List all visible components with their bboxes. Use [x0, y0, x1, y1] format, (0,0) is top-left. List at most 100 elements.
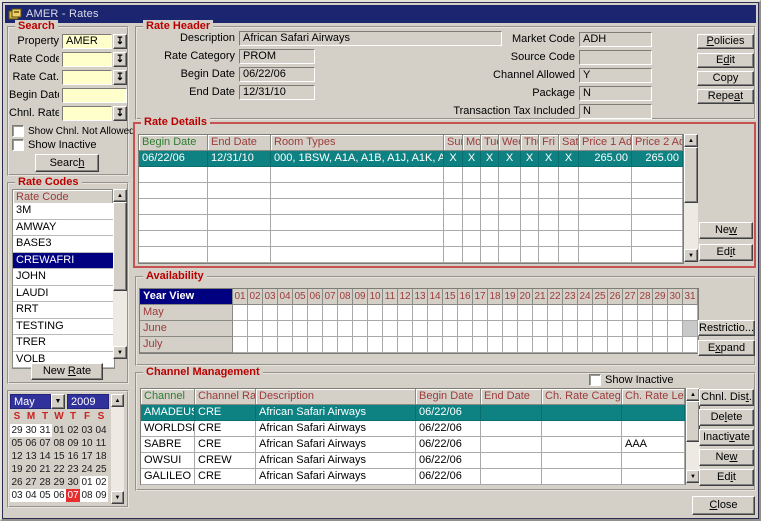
rate-code-column-header[interactable]: Rate Code: [12, 189, 113, 204]
rate-cat-input[interactable]: [62, 70, 112, 85]
availability-cell[interactable]: [383, 321, 398, 337]
show-chnl-not-allowed-checkbox[interactable]: Show Chnl. Not Allowed: [12, 125, 135, 137]
channel-cell[interactable]: [542, 421, 622, 437]
availability-cell[interactable]: [638, 337, 653, 353]
rate-details-cell[interactable]: [579, 199, 632, 215]
availability-cell[interactable]: [488, 321, 503, 337]
copy-button[interactable]: Copy: [697, 71, 754, 86]
calendar-day[interactable]: 27: [24, 476, 38, 489]
rate-details-column-header[interactable]: Mon: [463, 135, 481, 151]
rate-details-cell[interactable]: [632, 199, 683, 215]
availability-cell[interactable]: [518, 337, 533, 353]
calendar-day[interactable]: 08: [80, 489, 94, 502]
rate-details-cell[interactable]: [463, 231, 481, 247]
channel-show-inactive-checkbox[interactable]: Show Inactive: [589, 374, 673, 386]
rate-code-item[interactable]: JOHN: [13, 269, 114, 286]
calendar-day[interactable]: 22: [52, 463, 66, 476]
availability-cell[interactable]: [323, 305, 338, 321]
availability-cell[interactable]: [548, 305, 563, 321]
calendar-day[interactable]: 05: [38, 489, 52, 502]
channel-cell[interactable]: GALILEO: [141, 469, 195, 485]
begin-date-input[interactable]: [62, 88, 127, 103]
availability-cell[interactable]: [368, 305, 383, 321]
rate-details-column-header[interactable]: Room Types: [271, 135, 444, 151]
availability-cell[interactable]: [533, 321, 548, 337]
channel-cell[interactable]: 06/22/06: [416, 469, 481, 485]
channel-column-header[interactable]: Description: [256, 389, 416, 405]
calendar-day[interactable]: 08: [52, 437, 66, 450]
availability-cell[interactable]: [653, 321, 668, 337]
calendar-day[interactable]: 19: [10, 463, 24, 476]
rate-details-cell[interactable]: [208, 199, 271, 215]
availability-cell[interactable]: [518, 305, 533, 321]
rate-details-cell[interactable]: X: [444, 151, 463, 167]
channel-cell[interactable]: 06/22/06: [416, 421, 481, 437]
channel-column-header[interactable]: End Date: [481, 389, 542, 405]
chnl-rate-lov-icon[interactable]: ↧: [113, 106, 127, 121]
availability-cell[interactable]: [428, 305, 443, 321]
rate-details-cell[interactable]: [499, 231, 521, 247]
scrollbar-track[interactable]: [686, 401, 700, 470]
availability-cell[interactable]: [578, 321, 593, 337]
new-rate-detail-button[interactable]: New: [699, 222, 753, 239]
title-bar[interactable]: AMER - Rates: [5, 5, 756, 23]
channel-cell[interactable]: [622, 469, 685, 485]
rate-details-cell[interactable]: [499, 167, 521, 183]
rate-details-cell[interactable]: [271, 247, 444, 263]
availability-cell[interactable]: [293, 321, 308, 337]
rate-details-empty-row[interactable]: [139, 247, 683, 263]
edit-channel-button[interactable]: Edit: [699, 469, 754, 486]
availability-cell[interactable]: [608, 305, 623, 321]
expand-button[interactable]: Expand: [698, 340, 755, 356]
edit-rate-header-button[interactable]: Edit: [697, 53, 754, 68]
delete-channel-button[interactable]: Delete: [699, 409, 754, 426]
calendar-day[interactable]: 25: [94, 463, 108, 476]
availability-cell[interactable]: [458, 305, 473, 321]
rate-details-cell[interactable]: [444, 183, 463, 199]
rate-details-cell[interactable]: [139, 183, 208, 199]
channel-cell[interactable]: CRE: [195, 405, 256, 421]
availability-cell[interactable]: [278, 305, 293, 321]
rate-details-cell[interactable]: [208, 231, 271, 247]
rate-details-scrollbar[interactable]: ▲ ▼: [684, 134, 698, 262]
search-button[interactable]: Search: [35, 154, 99, 172]
calendar-day[interactable]: 01: [52, 424, 66, 437]
edit-rate-detail-button[interactable]: Edit: [699, 244, 753, 261]
availability-cell[interactable]: [233, 321, 248, 337]
scrollbar-track[interactable]: [684, 147, 698, 249]
availability-cell[interactable]: [368, 321, 383, 337]
calendar-scrollbar[interactable]: ▲ ▼: [111, 394, 124, 504]
rate-details-cell[interactable]: [481, 231, 499, 247]
rate-details-cell[interactable]: [579, 215, 632, 231]
availability-cell[interactable]: [668, 305, 683, 321]
calendar-day[interactable]: 01: [80, 476, 94, 489]
rate-details-cell[interactable]: [271, 231, 444, 247]
calendar-day[interactable]: 04: [24, 489, 38, 502]
availability-cell[interactable]: [428, 337, 443, 353]
rate-details-cell[interactable]: [632, 183, 683, 199]
availability-cell[interactable]: [413, 321, 428, 337]
availability-cell[interactable]: [563, 337, 578, 353]
availability-cell[interactable]: [233, 305, 248, 321]
channel-cell[interactable]: [481, 405, 542, 421]
rate-details-cell[interactable]: [539, 231, 559, 247]
rate-details-cell[interactable]: 12/31/10: [208, 151, 271, 167]
rate-details-cell[interactable]: [208, 247, 271, 263]
scroll-down-icon[interactable]: ▼: [111, 491, 124, 504]
rate-details-cell[interactable]: [579, 231, 632, 247]
availability-cell[interactable]: [338, 305, 353, 321]
calendar-day[interactable]: 03: [80, 424, 94, 437]
rate-details-cell[interactable]: [208, 183, 271, 199]
rate-details-cell[interactable]: [463, 183, 481, 199]
channel-cell[interactable]: [481, 469, 542, 485]
rate-details-empty-row[interactable]: [139, 231, 683, 247]
calendar-day[interactable]: 04: [94, 424, 108, 437]
availability-cell[interactable]: [308, 321, 323, 337]
availability-cell[interactable]: [428, 321, 443, 337]
channel-row[interactable]: AMADEUSCREAfrican Safari Airways06/22/06: [141, 405, 685, 421]
calendar-day[interactable]: 13: [24, 450, 38, 463]
calendar-day[interactable]: 16: [66, 450, 80, 463]
availability-cell[interactable]: [668, 337, 683, 353]
channel-cell[interactable]: African Safari Airways: [256, 437, 416, 453]
rate-details-cell[interactable]: [539, 183, 559, 199]
